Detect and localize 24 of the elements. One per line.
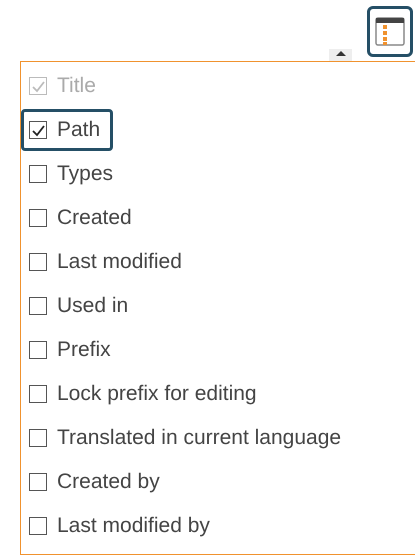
column-option[interactable]: Lock prefix for editing <box>21 373 270 415</box>
checkbox[interactable] <box>29 385 47 403</box>
checkbox[interactable] <box>29 473 47 491</box>
checkbox[interactable] <box>29 297 47 315</box>
column-option[interactable]: Types <box>21 153 126 195</box>
checkbox[interactable] <box>29 209 47 227</box>
checkbox[interactable] <box>29 253 47 271</box>
column-option[interactable]: Last modified <box>21 241 195 283</box>
column-option[interactable]: Path <box>21 109 114 151</box>
checkbox[interactable] <box>29 121 47 139</box>
checkbox[interactable] <box>29 341 47 359</box>
column-option[interactable]: Created by <box>21 461 173 503</box>
checkbox[interactable] <box>29 517 47 535</box>
columns-icon <box>375 17 405 46</box>
column-option[interactable]: Last modified by <box>21 505 223 547</box>
column-option[interactable]: Created <box>21 197 145 239</box>
columns-button[interactable] <box>367 6 413 57</box>
checkbox[interactable] <box>29 429 47 447</box>
scroll-up-button[interactable] <box>329 49 352 61</box>
checkbox[interactable] <box>29 165 47 183</box>
column-option[interactable]: Translated in current language <box>21 417 354 459</box>
column-option[interactable]: Used in <box>21 285 142 327</box>
up-arrow-icon <box>334 49 346 56</box>
column-option[interactable]: Prefix <box>21 329 124 371</box>
